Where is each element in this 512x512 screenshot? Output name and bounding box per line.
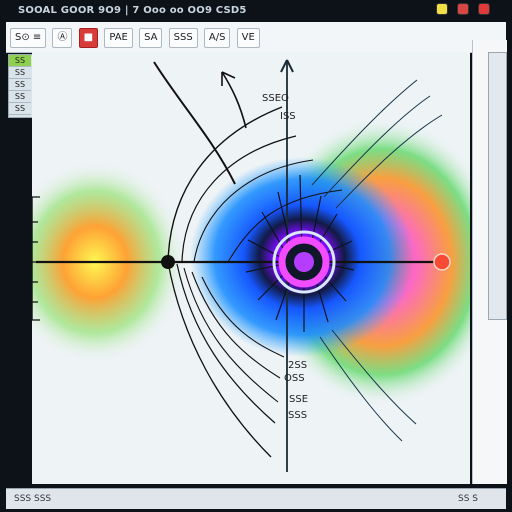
toolbar: S⊙ ≡ Ⓐ ■ PAE SA SSS A/S VE	[6, 22, 506, 53]
toolbar-group: S⊙ ≡ Ⓐ ■ PAE SA SSS A/S VE	[10, 28, 263, 48]
toolbar-button-5[interactable]: SA	[139, 28, 163, 48]
toolbar-button-6[interactable]: SSS	[168, 28, 198, 48]
screen: SOOAL GOOR 9O9 | 7 Ooo oo OO9 CSD5 S⊙ ≡ …	[0, 0, 512, 512]
status-left-text: SSS SSS	[14, 494, 52, 504]
drawing-canvas[interactable]: SSEO ISS 2SS OSS SSE SSS T S S S S S S	[3, 52, 502, 484]
tool-button-2[interactable]: SS	[9, 67, 31, 79]
vertical-scrollbar[interactable]	[472, 40, 507, 484]
upper-annotation-2: ISS	[280, 111, 296, 122]
lower-annotation-4: SSS	[288, 410, 307, 421]
diagram-svg: SSEO ISS 2SS OSS SSE SSS T S S S S S S	[3, 59, 502, 472]
window-title: SOOAL GOOR 9O9 | 7 Ooo oo OO9 CSD5	[18, 5, 247, 16]
toolbar-button-7[interactable]: A/S	[203, 28, 231, 48]
toolbar-button-4[interactable]: PAE	[104, 28, 133, 48]
upper-annotation-1: SSEO	[262, 93, 289, 104]
burst-core	[294, 252, 314, 272]
tool-button-4[interactable]: SS	[9, 91, 31, 103]
scrollbar-thumb[interactable]	[488, 52, 507, 320]
toolbar-button-8[interactable]: VE	[236, 28, 260, 48]
toolbar-button-1[interactable]: S⊙ ≡	[10, 28, 47, 48]
lower-annotation-3: SSE	[289, 394, 308, 405]
upper-annotation-arrow	[221, 71, 247, 129]
lower-annotation-2: OSS	[284, 373, 305, 384]
right-node	[433, 253, 451, 271]
minimize-button[interactable]	[436, 3, 448, 15]
close-button[interactable]	[478, 3, 490, 15]
status-bar: SSS SSS SS S	[6, 488, 506, 509]
lower-annotation-1: 2SS	[288, 360, 307, 371]
toolbar-button-2[interactable]: Ⓐ	[52, 28, 73, 48]
maximize-button[interactable]	[457, 3, 469, 15]
left-tool-panel: SS SS SS SS SS	[8, 54, 34, 118]
tool-button-3[interactable]: SS	[9, 79, 31, 91]
title-bar: SOOAL GOOR 9O9 | 7 Ooo oo OO9 CSD5	[6, 0, 506, 22]
status-right-text: SS S	[458, 494, 478, 504]
left-diagonal-pointer	[153, 61, 236, 185]
toolbar-button-3[interactable]: ■	[78, 28, 99, 48]
tool-button-5[interactable]: SS	[9, 103, 31, 115]
tool-button-1[interactable]: SS	[9, 55, 31, 67]
